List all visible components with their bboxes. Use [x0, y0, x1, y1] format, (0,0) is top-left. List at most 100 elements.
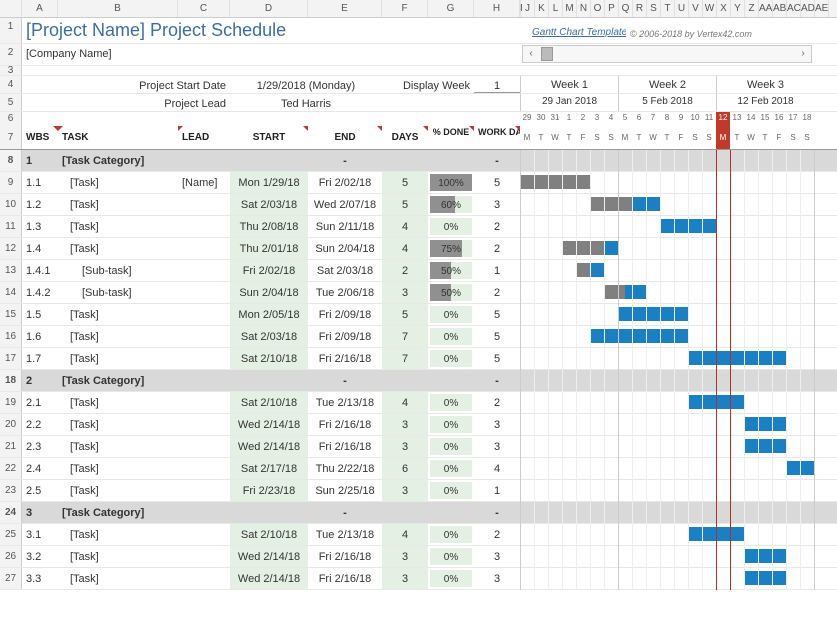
cell-wbs[interactable]: 2.2	[22, 414, 58, 435]
cell-wbs[interactable]: 2.4	[22, 458, 58, 479]
row-num[interactable]: 27	[0, 568, 22, 589]
cell-lead[interactable]	[178, 194, 230, 215]
row-num[interactable]: 12	[0, 238, 22, 259]
col-header[interactable]: Y	[731, 0, 745, 17]
cell-wbs[interactable]: 2.5	[22, 480, 58, 501]
cell-start[interactable]: Sat 2/10/18	[230, 348, 308, 369]
cell-wbs[interactable]: 2.3	[22, 436, 58, 457]
cell-start[interactable]: Sat 2/03/18	[230, 326, 308, 347]
cell-start[interactable]: Sun 2/04/18	[230, 282, 308, 303]
row-num[interactable]: 22	[0, 458, 22, 479]
cell-task[interactable]: [Task]	[58, 480, 178, 501]
col-start[interactable]: START	[230, 126, 308, 149]
cell-task[interactable]: [Sub-task]	[58, 260, 178, 281]
col-header[interactable]: C	[178, 0, 230, 17]
cell-wbs[interactable]: 3.1	[22, 524, 58, 545]
cell-work[interactable]: 3	[474, 194, 520, 215]
cell-lead[interactable]	[178, 260, 230, 281]
cell-work[interactable]: 2	[474, 282, 520, 303]
col-wbs[interactable]: WBS	[22, 126, 58, 149]
cell-work[interactable]: -	[474, 502, 520, 523]
cell-lead[interactable]	[178, 458, 230, 479]
cell-work[interactable]: 2	[474, 216, 520, 237]
cell-work[interactable]: 5	[474, 304, 520, 325]
col-header[interactable]: G	[428, 0, 474, 17]
col-header[interactable]: F	[382, 0, 428, 17]
row-num[interactable]: 18	[0, 370, 22, 391]
cell-task[interactable]: [Task]	[58, 238, 178, 259]
cell-task[interactable]: [Task]	[58, 524, 178, 545]
cell-pct[interactable]: 0%	[428, 414, 474, 435]
cell-end[interactable]: Fri 2/09/18	[308, 304, 382, 325]
cell-lead[interactable]	[178, 568, 230, 589]
cell-pct[interactable]: 0%	[428, 524, 474, 545]
row-num[interactable]: 20	[0, 414, 22, 435]
template-link[interactable]: Gantt Chart Template	[532, 27, 626, 38]
cell-wbs[interactable]: 2	[22, 370, 58, 391]
cell-task[interactable]: [Task]	[58, 436, 178, 457]
cell-start[interactable]: Wed 2/14/18	[230, 568, 308, 589]
cell-end[interactable]: Fri 2/16/18	[308, 414, 382, 435]
row-num[interactable]: 16	[0, 326, 22, 347]
cell-end[interactable]: Fri 2/16/18	[308, 546, 382, 567]
col-header[interactable]: AA	[759, 0, 773, 17]
col-header[interactable]: AE	[815, 0, 829, 17]
col-header[interactable]: U	[675, 0, 689, 17]
cell-end[interactable]: Fri 2/02/18	[308, 172, 382, 193]
cell-pct[interactable]: 60%	[428, 194, 474, 215]
row-num[interactable]: 13	[0, 260, 22, 281]
cell-days[interactable]: 3	[382, 480, 428, 501]
cell-start[interactable]: Sat 2/03/18	[230, 194, 308, 215]
cell-work[interactable]: -	[474, 150, 520, 171]
scroll-left-icon[interactable]: ‹	[523, 46, 539, 62]
cell-end[interactable]: Thu 2/22/18	[308, 458, 382, 479]
scroll-right-icon[interactable]: ›	[795, 46, 811, 62]
cell-pct[interactable]: 0%	[428, 326, 474, 347]
cell-end[interactable]: Tue 2/13/18	[308, 524, 382, 545]
cell-end[interactable]: Fri 2/16/18	[308, 436, 382, 457]
cell-days[interactable]: 4	[382, 524, 428, 545]
row-num[interactable]: 14	[0, 282, 22, 303]
cell-start[interactable]: Thu 2/01/18	[230, 238, 308, 259]
col-header[interactable]: B	[58, 0, 178, 17]
col-header[interactable]: AD	[801, 0, 815, 17]
cell-wbs[interactable]: 1	[22, 150, 58, 171]
cell-lead[interactable]	[178, 524, 230, 545]
row-num[interactable]: 25	[0, 524, 22, 545]
cell-pct[interactable]: 50%	[428, 260, 474, 281]
cell-days[interactable]: 4	[382, 392, 428, 413]
cell-start[interactable]: Wed 2/14/18	[230, 436, 308, 457]
col-header[interactable]: Z	[745, 0, 759, 17]
cell-wbs[interactable]: 1.1	[22, 172, 58, 193]
cell-work[interactable]: 3	[474, 414, 520, 435]
cell-pct[interactable]: 0%	[428, 216, 474, 237]
cell-work[interactable]: 2	[474, 524, 520, 545]
display-week-input[interactable]: 1	[474, 76, 520, 93]
cell-days[interactable]: 4	[382, 238, 428, 259]
cell-task[interactable]: [Task]	[58, 326, 178, 347]
col-header[interactable]: H	[474, 0, 520, 17]
cell-days[interactable]: 3	[382, 414, 428, 435]
col-header[interactable]: O	[591, 0, 605, 17]
cell-start[interactable]: Sat 2/10/18	[230, 524, 308, 545]
cell-start[interactable]: Fri 2/23/18	[230, 480, 308, 501]
col-header[interactable]: R	[633, 0, 647, 17]
cell-pct[interactable]: 0%	[428, 546, 474, 567]
col-workdays[interactable]: WORK DAYS	[474, 126, 520, 149]
cell-work[interactable]: 3	[474, 436, 520, 457]
cell-work[interactable]: 3	[474, 546, 520, 567]
cell-work[interactable]: 1	[474, 260, 520, 281]
cell-days[interactable]: 2	[382, 260, 428, 281]
col-header[interactable]: S	[647, 0, 661, 17]
row-num[interactable]: 8	[0, 150, 22, 171]
cell-task[interactable]: [Task Category]	[58, 150, 178, 171]
col-header[interactable]: E	[308, 0, 382, 17]
cell-task[interactable]: [Task]	[58, 568, 178, 589]
cell-end[interactable]: Tue 2/06/18	[308, 282, 382, 303]
cell-end[interactable]: Sat 2/03/18	[308, 260, 382, 281]
col-header[interactable]: T	[661, 0, 675, 17]
project-lead-input[interactable]: Ted Harris	[230, 94, 382, 111]
cell-wbs[interactable]: 1.2	[22, 194, 58, 215]
col-header[interactable]: L	[549, 0, 563, 17]
col-task[interactable]: TASK	[58, 126, 178, 149]
